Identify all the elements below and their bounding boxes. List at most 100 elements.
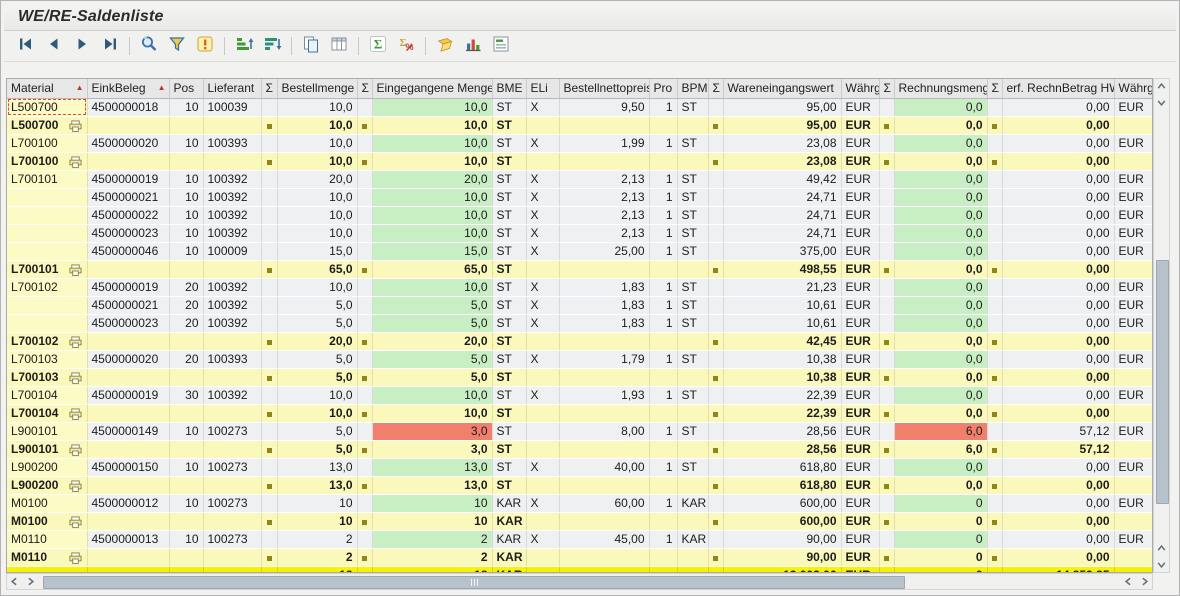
cell-rm[interactable]: 0,0 (894, 332, 987, 350)
cell-pr[interactable]: 2,13 (559, 206, 649, 224)
cell-s3[interactable] (708, 422, 723, 440)
cell-bm[interactable]: 5,0 (277, 440, 357, 458)
cell-c2[interactable] (1114, 152, 1152, 170)
cell-em[interactable]: 10,0 (372, 116, 492, 134)
cell-s1[interactable] (261, 512, 277, 530)
cell-u2[interactable] (677, 512, 708, 530)
cell-l[interactable] (203, 116, 261, 134)
cell-s2[interactable] (357, 548, 372, 566)
cell-s4[interactable] (879, 134, 894, 152)
cell-c2[interactable]: EUR (1114, 296, 1152, 314)
cell-pr[interactable]: 9,50 (559, 98, 649, 116)
cell-s2[interactable] (357, 440, 372, 458)
cell-c2[interactable] (1114, 476, 1152, 494)
cell-l[interactable]: 100273 (203, 458, 261, 476)
cell-l[interactable]: 100009 (203, 242, 261, 260)
cell-b[interactable] (87, 116, 169, 134)
cell-m[interactable]: L700103 (7, 368, 87, 386)
column-header-pr[interactable]: Bestellnettopreis (559, 79, 649, 98)
cell-l[interactable]: 100392 (203, 296, 261, 314)
column-header-p[interactable]: Pos (169, 79, 203, 98)
column-header-l[interactable]: Lieferant (203, 79, 261, 98)
cell-bm[interactable]: 13,0 (277, 458, 357, 476)
cell-eli[interactable] (526, 440, 559, 458)
cell-m[interactable]: L700101 (7, 260, 87, 278)
detail-row[interactable]: 45000000221010039210,010,0STX2,131ST24,7… (7, 206, 1152, 224)
cell-pro[interactable] (649, 404, 677, 422)
cell-c2[interactable] (1114, 566, 1152, 573)
cell-s1[interactable] (261, 404, 277, 422)
subtotal-row[interactable]: L70010410,010,0ST22,39EUR0,00,00 (7, 404, 1152, 422)
subtotal-row[interactable]: M011022KAR90,00EUR00,00 (7, 548, 1152, 566)
cell-em[interactable]: 10,0 (372, 386, 492, 404)
cell-s4[interactable] (879, 440, 894, 458)
cell-s5[interactable] (987, 98, 1002, 116)
cell-bm[interactable]: 5,0 (277, 368, 357, 386)
cell-u2[interactable]: ST (677, 206, 708, 224)
scroll-down-button-bottom[interactable] (1154, 557, 1169, 572)
cell-bm[interactable]: 10 (277, 512, 357, 530)
cell-s5[interactable] (987, 260, 1002, 278)
cell-s3[interactable] (708, 458, 723, 476)
cell-s2[interactable] (357, 512, 372, 530)
cell-eli[interactable] (526, 260, 559, 278)
cell-pro[interactable] (649, 476, 677, 494)
cell-p[interactable] (169, 368, 203, 386)
cell-pr[interactable] (559, 368, 649, 386)
cell-l[interactable] (203, 404, 261, 422)
cell-u1[interactable]: ST (492, 332, 526, 350)
cell-u2[interactable] (677, 566, 708, 573)
sort-descending-button[interactable] (259, 33, 285, 59)
cell-u1[interactable]: ST (492, 440, 526, 458)
cell-c2[interactable] (1114, 548, 1152, 566)
cell-c2[interactable]: EUR (1114, 98, 1152, 116)
cell-pr[interactable]: 1,93 (559, 386, 649, 404)
cell-u1[interactable]: ST (492, 314, 526, 332)
subtotals-button[interactable]: Σ% (393, 33, 419, 59)
cell-s3[interactable] (708, 404, 723, 422)
cell-pro[interactable]: 1 (649, 314, 677, 332)
cell-bm[interactable]: 10,0 (277, 98, 357, 116)
cell-s5[interactable] (987, 296, 1002, 314)
cell-u1[interactable]: ST (492, 98, 526, 116)
cell-s4[interactable] (879, 386, 894, 404)
cell-eli[interactable]: X (526, 350, 559, 368)
cell-c1[interactable]: EUR (841, 188, 879, 206)
cell-s1[interactable] (261, 422, 277, 440)
column-header-eli[interactable]: ELi (526, 79, 559, 98)
cell-p[interactable]: 20 (169, 350, 203, 368)
cell-s1[interactable] (261, 278, 277, 296)
cell-u2[interactable] (677, 440, 708, 458)
cell-s2[interactable] (357, 386, 372, 404)
cell-em[interactable]: 65,0 (372, 260, 492, 278)
cell-c1[interactable]: EUR (841, 422, 879, 440)
cell-s4[interactable] (879, 170, 894, 188)
cell-c1[interactable]: EUR (841, 278, 879, 296)
cell-u2[interactable]: ST (677, 314, 708, 332)
cell-s3[interactable] (708, 530, 723, 548)
cell-c1[interactable]: EUR (841, 332, 879, 350)
cell-p[interactable]: 10 (169, 224, 203, 242)
cell-u1[interactable]: ST (492, 224, 526, 242)
subtotal-row[interactable]: L70010220,020,0ST42,45EUR0,00,00 (7, 332, 1152, 350)
cell-c1[interactable]: EUR (841, 134, 879, 152)
cell-bm[interactable]: 5,0 (277, 422, 357, 440)
column-header-pro[interactable]: Pro (649, 79, 677, 98)
cell-c1[interactable]: EUR (841, 548, 879, 566)
column-header-s5[interactable]: Σ (987, 79, 1002, 98)
detail-row[interactable]: L70010445000000193010039210,010,0STX1,93… (7, 386, 1152, 404)
cell-p[interactable]: 10 (169, 494, 203, 512)
cell-l[interactable]: 100392 (203, 206, 261, 224)
cell-eli[interactable] (526, 404, 559, 422)
cell-erb[interactable]: 0,00 (1002, 152, 1114, 170)
cell-l[interactable] (203, 368, 261, 386)
cell-s1[interactable] (261, 458, 277, 476)
cell-u2[interactable]: ST (677, 278, 708, 296)
cell-m[interactable]: M0110 (7, 530, 87, 548)
cell-l[interactable] (203, 152, 261, 170)
cell-bm[interactable]: 2 (277, 548, 357, 566)
cell-em[interactable]: 10,0 (372, 98, 492, 116)
horizontal-scroll-thumb[interactable] (43, 576, 905, 589)
column-header-rm[interactable]: Rechnungsmenge (894, 79, 987, 98)
cell-bm[interactable]: 10,0 (277, 116, 357, 134)
